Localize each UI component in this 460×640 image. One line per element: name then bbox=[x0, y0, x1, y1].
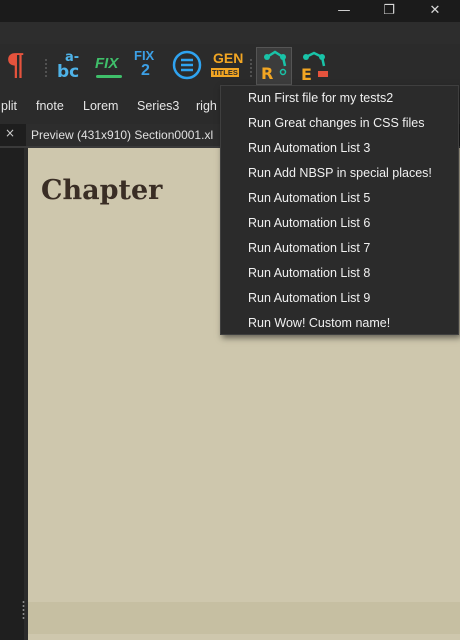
automation-dropdown-menu: Run First file for my tests2 Run Great c… bbox=[220, 85, 459, 335]
menu-item-run-automation[interactable]: Run Automation List 5 bbox=[248, 186, 370, 211]
clip-item[interactable]: plit bbox=[1, 99, 17, 113]
fix-icon[interactable]: FIX bbox=[94, 50, 126, 82]
menu-item-run-automation[interactable]: Run Automation List 6 bbox=[248, 211, 370, 236]
menu-item-run-automation[interactable]: Run First file for my tests2 bbox=[248, 86, 393, 111]
chapter-heading: Chapter bbox=[41, 175, 163, 206]
clip-item[interactable]: Lorem bbox=[83, 99, 118, 113]
minimize-button[interactable]: — bbox=[324, 0, 364, 22]
pilcrow-icon[interactable]: ¶ bbox=[6, 50, 36, 82]
clip-item[interactable]: righ bbox=[196, 99, 217, 113]
tab-preview[interactable]: Preview (431x910) Section0001.xl bbox=[26, 124, 231, 146]
svg-text:R: R bbox=[261, 64, 273, 83]
resize-handle[interactable] bbox=[22, 600, 25, 620]
menu-item-run-automation[interactable]: Run Automation List 9 bbox=[248, 286, 370, 311]
toolbar: ¶ a- bc FIX FIX 2 GEN TITLES R E bbox=[0, 44, 460, 90]
list-icon[interactable] bbox=[172, 50, 202, 82]
menu-item-run-automation[interactable]: Run Automation List 7 bbox=[248, 236, 370, 261]
svg-text:E: E bbox=[301, 65, 312, 84]
title-bar: — ❐ ✕ bbox=[0, 0, 460, 22]
close-window-button[interactable]: ✕ bbox=[415, 0, 455, 22]
spellcheck-icon[interactable]: a- bc bbox=[55, 50, 85, 82]
toolbar-separator bbox=[250, 58, 252, 78]
menu-bar bbox=[0, 22, 460, 44]
menu-item-run-automation[interactable]: Run Great changes in CSS files bbox=[248, 111, 424, 136]
menu-item-run-automation[interactable]: Run Wow! Custom name! bbox=[248, 311, 390, 336]
run-automation-r-icon[interactable]: R bbox=[256, 47, 292, 85]
fix2-icon[interactable]: FIX 2 bbox=[133, 48, 163, 82]
preview-footer bbox=[28, 602, 460, 634]
toolbar-separator bbox=[45, 58, 47, 78]
menu-item-run-automation[interactable]: Run Add NBSP in special places! bbox=[248, 161, 432, 186]
edit-automation-e-icon[interactable]: E bbox=[298, 50, 332, 84]
clip-item[interactable]: fnote bbox=[36, 99, 64, 113]
gen-titles-icon[interactable]: GEN TITLES bbox=[211, 50, 243, 82]
restore-button[interactable]: ❐ bbox=[369, 0, 409, 22]
close-tab-button[interactable]: × bbox=[5, 126, 15, 140]
menu-item-run-automation[interactable]: Run Automation List 3 bbox=[248, 136, 370, 161]
clip-item[interactable]: Series3 bbox=[137, 99, 179, 113]
tab-label: Preview (431x910) Section0001.xl bbox=[31, 128, 214, 142]
menu-item-run-automation[interactable]: Run Automation List 8 bbox=[248, 261, 370, 286]
